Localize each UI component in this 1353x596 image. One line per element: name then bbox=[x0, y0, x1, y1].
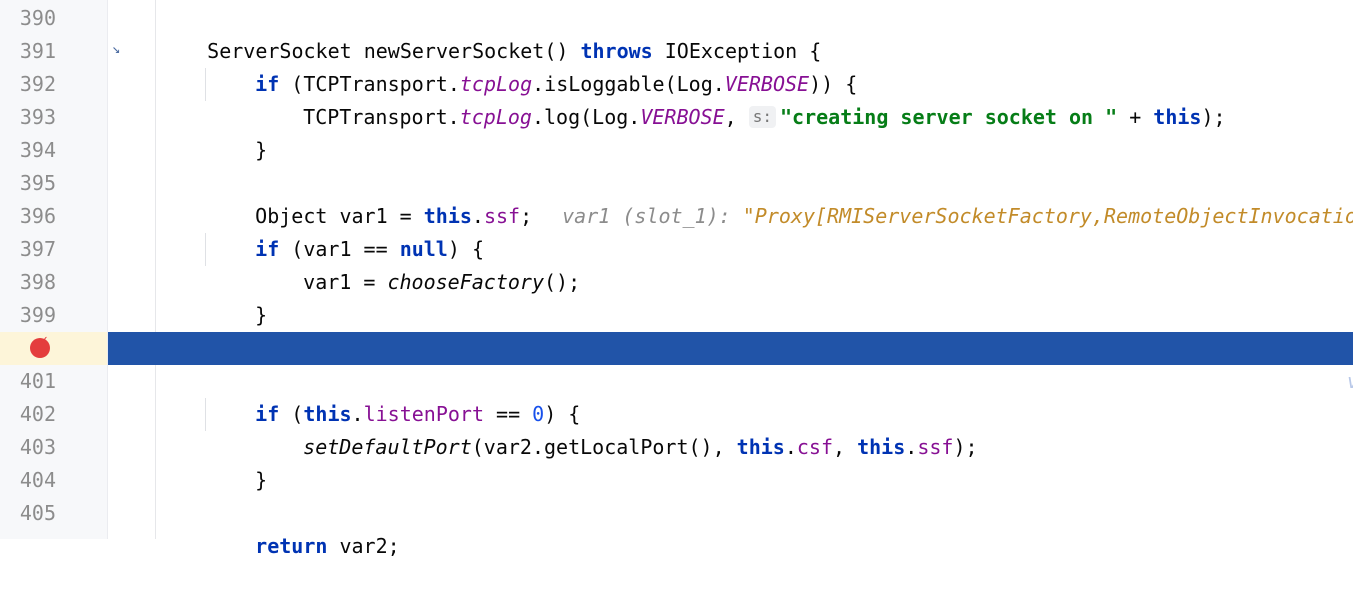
code-line-397[interactable]: var1 = chooseFactory(); bbox=[108, 233, 1353, 294]
code-editor[interactable]: 390 391 392 393 394 395 396 397 398 399 … bbox=[0, 0, 1353, 558]
line-number[interactable]: 393 bbox=[0, 101, 56, 134]
current-execution-line[interactable]: ServerSocket var2 = ((RMIServerSocketFac… bbox=[108, 332, 1353, 393]
line-number[interactable]: 392 bbox=[0, 68, 56, 101]
code-line-398[interactable]: } bbox=[108, 266, 1353, 327]
code-line-395[interactable]: Object var1 = this.ssf; var1 (slot_1): "P… bbox=[108, 167, 1353, 228]
line-number[interactable]: 404 bbox=[0, 464, 56, 497]
line-number[interactable]: 398 bbox=[0, 266, 56, 299]
code-line-396[interactable]: if (var1 == null) { bbox=[108, 200, 1353, 261]
line-number[interactable]: 397 bbox=[0, 233, 56, 266]
line-number[interactable]: 390 bbox=[0, 2, 56, 35]
code-line-390[interactable]: ServerSocket newServerSocket() throws IO… bbox=[108, 2, 1353, 63]
line-number[interactable]: 396 bbox=[0, 200, 56, 233]
code-line-402[interactable]: setDefaultPort(var2.getLocalPort(), this… bbox=[108, 398, 1353, 459]
code-line-405[interactable]: return var2; bbox=[108, 497, 1353, 558]
code-line-391[interactable]: if (TCPTransport.tcpLog.isLoggable(Log.V… bbox=[108, 35, 1353, 96]
code-line-392[interactable]: TCPTransport.tcpLog.log(Log.VERBOSE, s: "… bbox=[108, 68, 1353, 129]
line-number[interactable]: 402 bbox=[0, 398, 56, 431]
code-line-403[interactable]: } bbox=[108, 431, 1353, 492]
code-line-393[interactable]: } bbox=[108, 101, 1353, 162]
line-number[interactable]: 401 bbox=[0, 365, 56, 398]
check-icon: ✓ bbox=[40, 333, 48, 348]
code-line-401[interactable]: if (this.listenPort == 0) { bbox=[108, 365, 1353, 426]
line-number[interactable]: 405 bbox=[0, 497, 56, 530]
line-number[interactable]: 403 bbox=[0, 431, 56, 464]
line-number[interactable]: 399 bbox=[0, 299, 56, 332]
line-number[interactable]: 395 bbox=[0, 167, 56, 200]
line-number[interactable]: 391 bbox=[0, 35, 56, 68]
line-number[interactable]: 394 bbox=[0, 134, 56, 167]
